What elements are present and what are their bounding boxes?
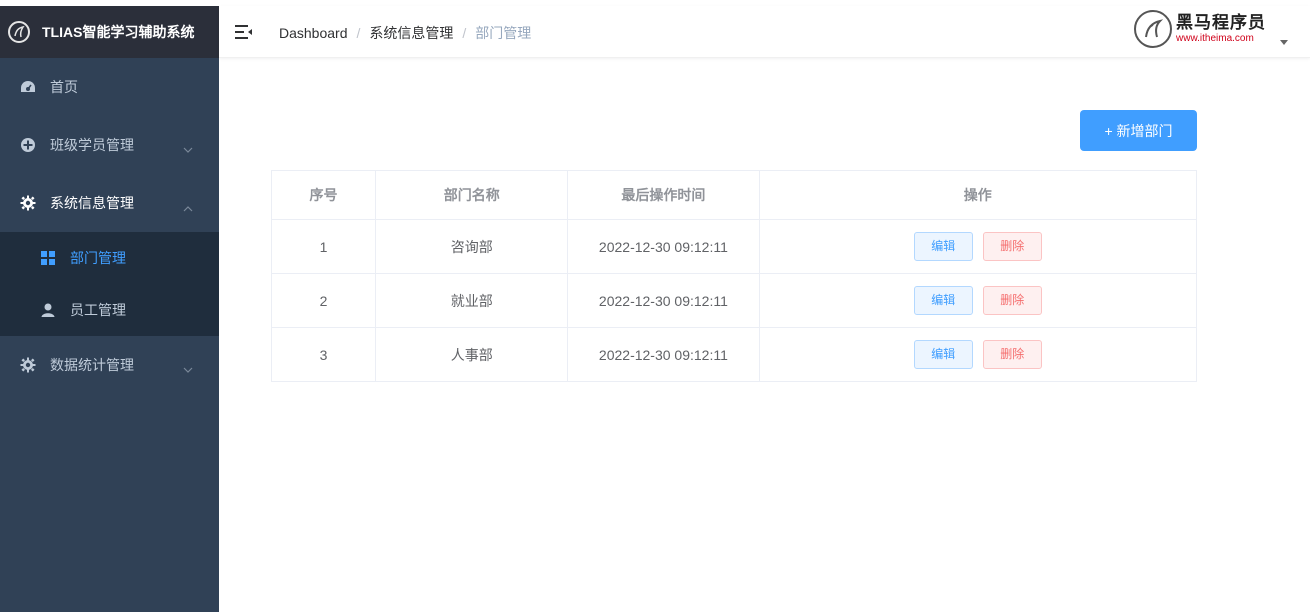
cell-actions: 编辑 删除 <box>758 327 1198 382</box>
sidebar-item-label: 系统信息管理 <box>50 195 134 211</box>
plus-circle-icon <box>20 137 36 153</box>
gear-icon <box>20 195 36 211</box>
breadcrumb: Dashboard / 系统信息管理 / 部门管理 <box>279 23 531 43</box>
sidebar-item-statistics[interactable]: 数据统计管理 <box>0 336 219 394</box>
sidebar-item-label: 首页 <box>50 79 78 95</box>
column-header-updated: 最后操作时间 <box>567 170 760 220</box>
chevron-up-icon <box>183 199 193 215</box>
user-icon <box>40 302 56 318</box>
sidebar-item-department[interactable]: 部门管理 <box>0 232 219 284</box>
column-header-name: 部门名称 <box>375 170 569 220</box>
system-info-submenu: 部门管理 员工管理 <box>0 232 219 336</box>
cell-updated: 2022-12-30 09:12:11 <box>567 273 760 328</box>
chevron-down-icon <box>183 141 193 157</box>
sidebar: TLIAS智能学习辅助系统 首页 班级学员管理 系统信息管理 部门管理 员工管理… <box>0 6 219 612</box>
cell-actions: 编辑 删除 <box>758 219 1198 274</box>
breadcrumb-dashboard[interactable]: Dashboard <box>279 25 348 41</box>
sidebar-item-label: 数据统计管理 <box>50 357 134 373</box>
sidebar-item-label: 班级学员管理 <box>50 137 134 153</box>
app-title: TLIAS智能学习辅助系统 <box>42 24 195 40</box>
dashboard-icon <box>20 79 36 95</box>
menu-toggle-icon[interactable] <box>235 24 253 40</box>
breadcrumb-separator: / <box>462 25 467 41</box>
cell-updated: 2022-12-30 09:12:11 <box>567 219 760 274</box>
cell-name: 咨询部 <box>375 219 569 274</box>
cell-index: 1 <box>270 219 377 274</box>
cell-index: 3 <box>270 327 377 382</box>
logo-text: 黑马程序员 www.itheima.com <box>1176 13 1266 45</box>
cell-index: 2 <box>270 273 377 328</box>
top-navbar: Dashboard / 系统信息管理 / 部门管理 黑马程序员 www.ithe… <box>219 6 1310 58</box>
chevron-down-icon <box>183 361 193 377</box>
sidebar-item-employee[interactable]: 员工管理 <box>0 284 219 336</box>
delete-button[interactable]: 删除 <box>982 340 1042 369</box>
app-root: TLIAS智能学习辅助系统 首页 班级学员管理 系统信息管理 部门管理 员工管理… <box>0 0 1310 612</box>
edit-button[interactable]: 编辑 <box>913 286 973 315</box>
cell-name: 人事部 <box>375 327 569 382</box>
cell-actions: 编辑 删除 <box>758 273 1198 328</box>
horse-logo-icon <box>1134 10 1172 48</box>
grid-icon <box>40 250 56 266</box>
table-row: 1 咨询部 2022-12-30 09:12:11 编辑 删除 <box>270 219 1198 274</box>
table-header-row: 序号 部门名称 最后操作时间 操作 <box>270 170 1198 220</box>
logo-name: 黑马程序员 <box>1176 13 1266 32</box>
sidebar-item-system-info[interactable]: 系统信息管理 <box>0 174 219 232</box>
brand-bar: TLIAS智能学习辅助系统 <box>0 6 219 58</box>
brand-logo-icon <box>8 21 30 43</box>
table-row: 2 就业部 2022-12-30 09:12:11 编辑 删除 <box>270 273 1198 328</box>
sidebar-item-label: 员工管理 <box>70 302 126 318</box>
logo-url: www.itheima.com <box>1176 33 1254 44</box>
caret-down-icon[interactable] <box>1280 40 1288 45</box>
company-logo[interactable]: 黑马程序员 www.itheima.com <box>1134 10 1266 48</box>
breadcrumb-current: 部门管理 <box>475 25 532 41</box>
delete-button[interactable]: 删除 <box>982 286 1042 315</box>
add-department-button[interactable]: + 新增部门 <box>1080 110 1197 151</box>
column-header-actions: 操作 <box>758 170 1198 220</box>
table-row: 3 人事部 2022-12-30 09:12:11 编辑 删除 <box>270 327 1198 382</box>
delete-button[interactable]: 删除 <box>982 232 1042 261</box>
edit-button[interactable]: 编辑 <box>913 340 973 369</box>
sidebar-item-home[interactable]: 首页 <box>0 58 219 116</box>
cell-updated: 2022-12-30 09:12:11 <box>567 327 760 382</box>
gear-icon <box>20 357 36 373</box>
department-table: 序号 部门名称 最后操作时间 操作 1 咨询部 2022-12-30 09:12… <box>270 170 1198 382</box>
cell-name: 就业部 <box>375 273 569 328</box>
breadcrumb-separator: / <box>356 25 361 41</box>
sidebar-item-label: 部门管理 <box>70 250 126 266</box>
sidebar-item-class-students[interactable]: 班级学员管理 <box>0 116 219 174</box>
edit-button[interactable]: 编辑 <box>913 232 973 261</box>
column-header-index: 序号 <box>270 170 377 220</box>
breadcrumb-system-info[interactable]: 系统信息管理 <box>369 23 453 43</box>
